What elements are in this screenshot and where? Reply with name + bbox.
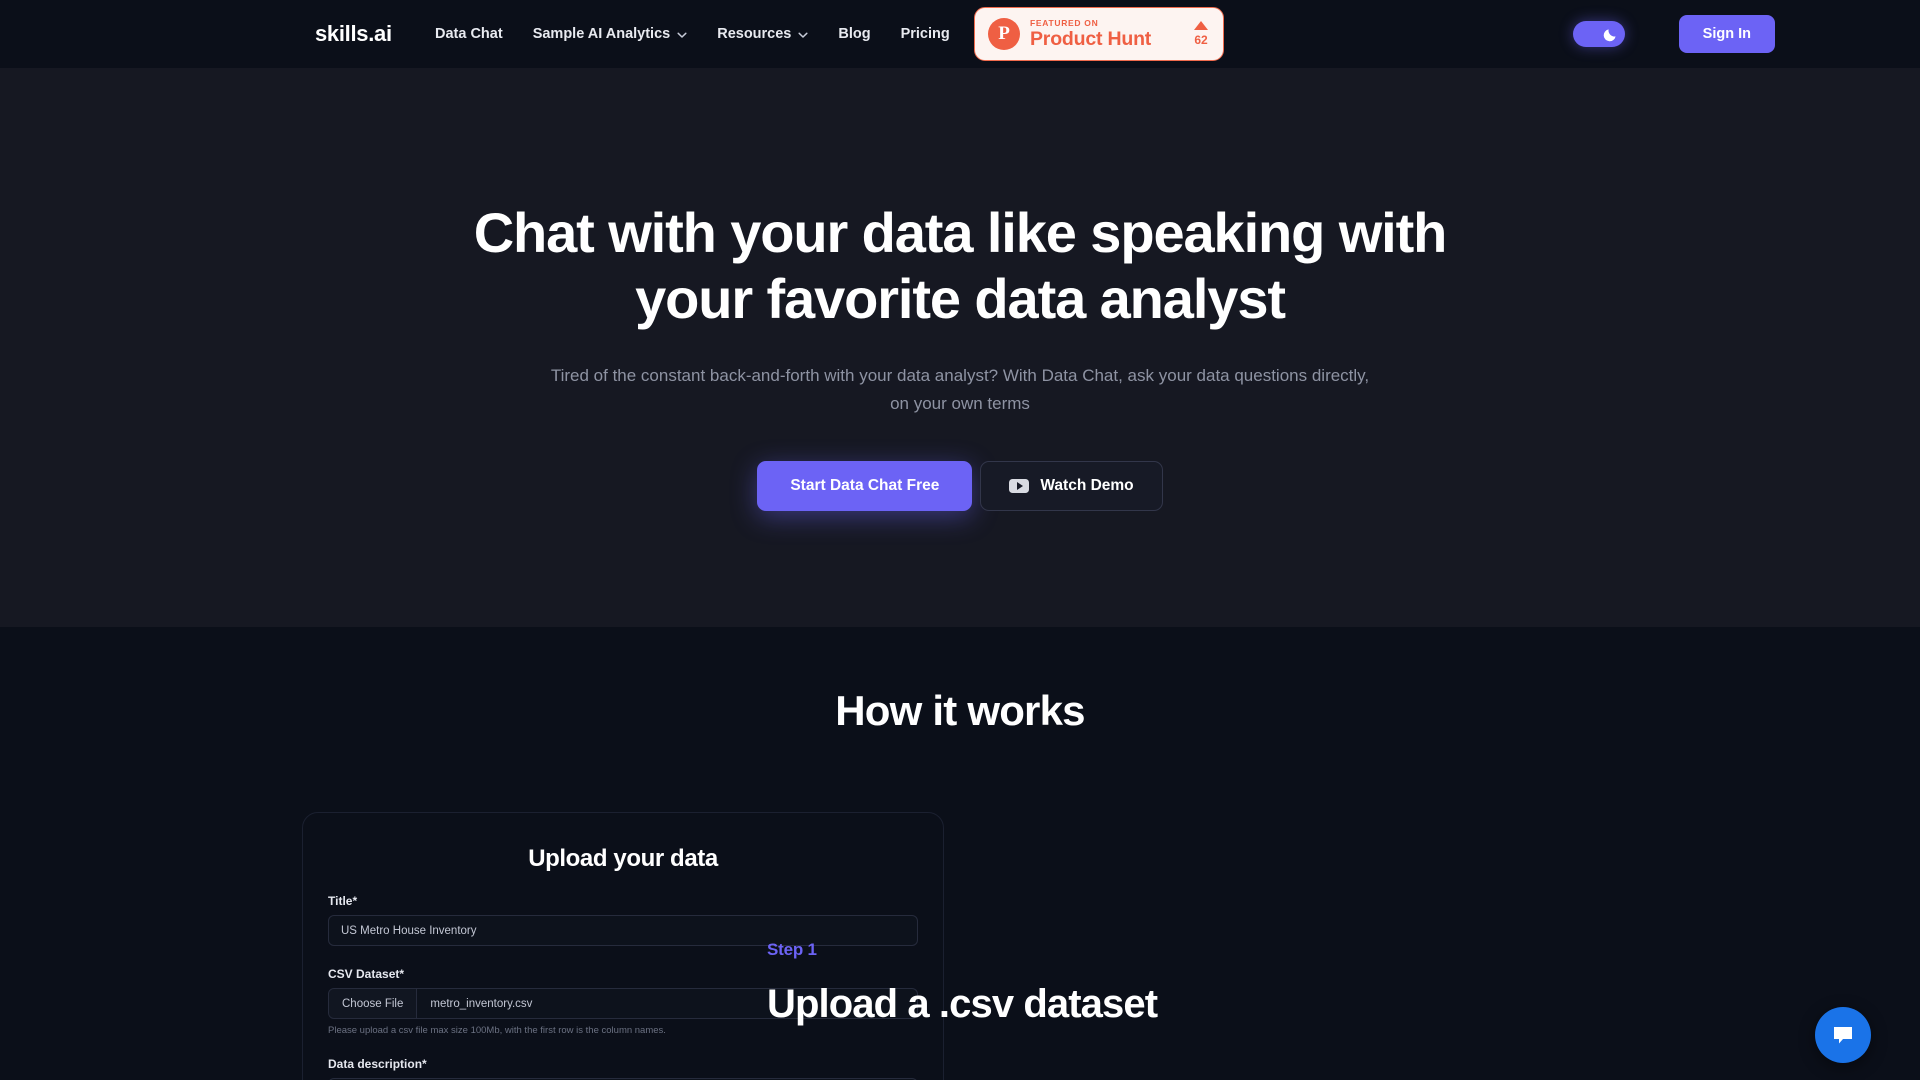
nav-label: Pricing (900, 26, 950, 42)
nav-item-sample-ai-analytics[interactable]: Sample AI Analytics (533, 26, 688, 42)
step-heading: Upload a .csv dataset (767, 982, 1158, 1026)
chat-bubble-icon (1830, 1022, 1856, 1048)
data-description-field-label: Data description* (328, 1057, 427, 1071)
step-1-block: Step 1 Upload a .csv dataset (767, 940, 1158, 1027)
main-navigation: Data Chat Sample AI Analytics Resources … (435, 26, 950, 42)
chat-widget-button[interactable] (1815, 1007, 1871, 1063)
nav-label: Blog (838, 26, 871, 42)
nav-label: Resources (717, 26, 792, 42)
upvote-arrow-icon (1194, 21, 1208, 30)
product-hunt-upvote[interactable]: 62 (1194, 21, 1210, 47)
sign-in-button[interactable]: Sign In (1678, 15, 1775, 53)
watch-demo-label: Watch Demo (1040, 477, 1134, 495)
nav-label: Sample AI Analytics (532, 26, 671, 42)
moon-icon (1601, 24, 1621, 44)
step-label: Step 1 (767, 940, 817, 959)
upload-card-title: Upload your data (528, 845, 718, 872)
how-it-works-title: How it works (835, 687, 1085, 734)
product-hunt-featured-label: FEATURED ON (1030, 17, 1099, 28)
chevron-down-icon (798, 30, 808, 40)
nav-item-resources[interactable]: Resources (717, 26, 808, 42)
product-hunt-name: Product Hunt (1030, 28, 1152, 50)
upvote-count: 62 (1194, 33, 1208, 47)
how-it-works-section: How it works Upload your data Title* US … (0, 627, 1920, 1080)
start-data-chat-free-button[interactable]: Start Data Chat Free (757, 461, 973, 512)
brand-logo[interactable]: skills.ai (315, 21, 392, 47)
youtube-play-icon (1009, 479, 1030, 494)
hero-title: Chat with your data like speaking with y… (473, 201, 1448, 331)
hero-cta-group: Start Data Chat Free Watch Demo (757, 461, 1163, 512)
hero-section: Chat with your data like speaking with y… (0, 68, 1920, 627)
landing-page: skills.ai Data Chat Sample AI Analytics … (0, 0, 1920, 1080)
selected-file-name: metro_inventory.csv (430, 997, 533, 1010)
title-field-label: Title* (328, 894, 358, 908)
nav-label: Data Chat (435, 26, 503, 42)
product-hunt-badge[interactable]: P FEATURED ON Product Hunt 62 (974, 7, 1224, 61)
field-title: Title* US Metro House Inventory (328, 894, 918, 946)
nav-item-data-chat[interactable]: Data Chat (435, 26, 503, 42)
watch-demo-button[interactable]: Watch Demo (980, 461, 1163, 512)
nav-item-pricing[interactable]: Pricing (901, 26, 950, 42)
dark-mode-toggle[interactable] (1573, 21, 1625, 47)
product-hunt-text: FEATURED ON Product Hunt (1030, 17, 1184, 50)
choose-file-button[interactable]: Choose File (329, 989, 418, 1018)
nav-item-blog[interactable]: Blog (838, 26, 870, 42)
product-hunt-logo-icon: P (988, 18, 1020, 50)
field-data-description: Data description* US Metro Inventory dat… (328, 1057, 918, 1080)
hero-subtitle: Tired of the constant back-and-forth wit… (550, 366, 1370, 413)
site-header: skills.ai Data Chat Sample AI Analytics … (0, 0, 1920, 68)
chevron-down-icon (677, 30, 687, 40)
